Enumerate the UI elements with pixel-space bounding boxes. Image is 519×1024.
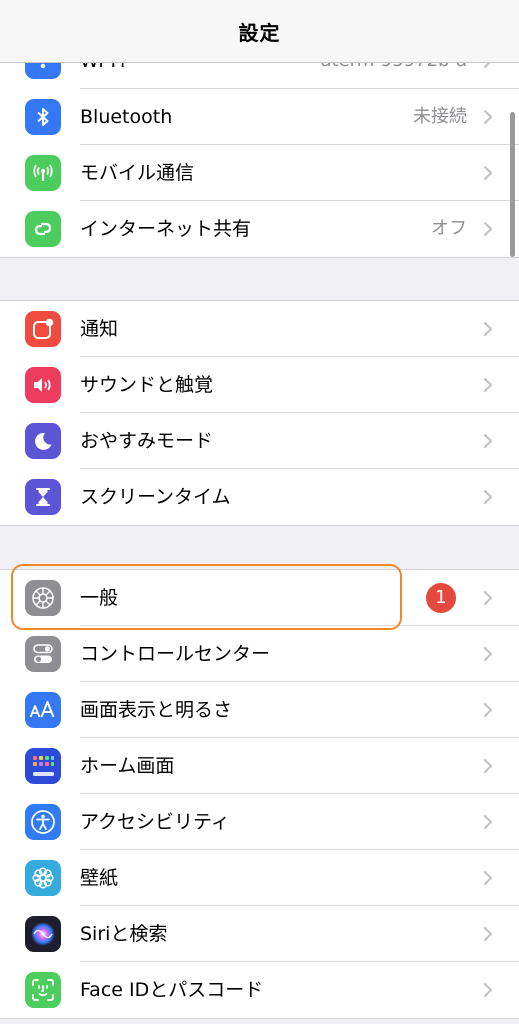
settings-row-accessibility[interactable]: アクセシビリティ	[0, 794, 519, 850]
notifications-group: 通知 サウンドと触覚 おやすみモード スクリーンタイム	[0, 300, 519, 526]
settings-row-mobile-data[interactable]: モバイル通信	[0, 145, 519, 201]
chevron-right-icon	[483, 758, 493, 774]
settings-row-control-center[interactable]: コントロールセンター	[0, 626, 519, 682]
settings-row-face-id[interactable]: Face IDとパスコード	[0, 962, 519, 1018]
settings-row-notifications[interactable]: 通知	[0, 301, 519, 357]
settings-row-label: Siriと検索	[80, 923, 168, 945]
chevron-right-icon	[483, 702, 493, 718]
chevron-right-icon	[483, 221, 493, 237]
settings-row-label: 通知	[80, 318, 119, 340]
settings-row-siri-search[interactable]: Siriと検索	[0, 906, 519, 962]
settings-row-display-brightness[interactable]: 画面表示と明るさ	[0, 682, 519, 738]
chevron-right-icon	[483, 870, 493, 886]
flower-icon	[25, 860, 61, 896]
general-highlight-outline	[11, 564, 402, 630]
settings-row-do-not-disturb[interactable]: おやすみモード	[0, 413, 519, 469]
network-group: Wi-Fi aterm-95972b-a Bluetooth 未接続 モバイル通…	[0, 32, 519, 258]
chevron-right-icon	[483, 321, 493, 337]
settings-row-label: コントロールセンター	[80, 643, 271, 665]
accessibility-person-icon	[25, 804, 61, 840]
page-title: 設定	[238, 20, 281, 45]
chevron-right-icon	[483, 109, 493, 125]
moon-icon	[25, 423, 61, 459]
chevron-right-icon	[483, 377, 493, 393]
face-id-icon	[25, 972, 61, 1008]
chain-link-icon	[25, 211, 61, 247]
bluetooth-status: 未接続	[413, 106, 467, 127]
notification-icon	[25, 311, 61, 347]
settings-row-label: 壁紙	[80, 867, 119, 889]
chevron-right-icon	[483, 926, 493, 942]
antenna-icon	[25, 155, 61, 191]
hotspot-status: オフ	[431, 218, 467, 239]
chevron-right-icon	[483, 489, 493, 505]
settings-row-label: Face IDとパスコード	[80, 979, 264, 1001]
settings-row-label: モバイル通信	[80, 162, 195, 184]
settings-row-label: おやすみモード	[80, 430, 214, 452]
navigation-bar: 設定	[0, 0, 519, 63]
siri-icon	[25, 916, 61, 952]
settings-row-label: サウンドと触覚	[80, 374, 214, 396]
toggle-switches-icon	[25, 636, 61, 672]
settings-row-label: Bluetooth	[80, 106, 173, 128]
hourglass-icon	[25, 479, 61, 515]
notification-badge: 1	[426, 583, 456, 613]
general-group: 一般 1 コントロールセンター 画面表示と明るさ ホーム画面 アクセシビリティ …	[0, 569, 519, 1019]
home-grid-icon	[25, 748, 61, 784]
chevron-right-icon	[483, 814, 493, 830]
settings-row-home-screen[interactable]: ホーム画面	[0, 738, 519, 794]
settings-row-label: インターネット共有	[80, 218, 252, 240]
speaker-icon	[25, 367, 61, 403]
settings-row-sounds[interactable]: サウンドと触覚	[0, 357, 519, 413]
settings-row-label: スクリーンタイム	[80, 486, 231, 508]
chevron-right-icon	[483, 646, 493, 662]
chevron-right-icon	[483, 165, 493, 181]
settings-row-label: 画面表示と明るさ	[80, 699, 233, 721]
text-size-aa-icon	[25, 692, 61, 728]
bluetooth-icon	[25, 99, 61, 135]
settings-row-wallpaper[interactable]: 壁紙	[0, 850, 519, 906]
settings-row-label: ホーム画面	[80, 755, 175, 777]
settings-row-personal-hotspot[interactable]: インターネット共有 オフ	[0, 201, 519, 257]
scroll-indicator[interactable]	[510, 112, 515, 257]
chevron-right-icon	[483, 590, 493, 606]
settings-row-bluetooth[interactable]: Bluetooth 未接続	[0, 89, 519, 145]
chevron-right-icon	[483, 982, 493, 998]
settings-row-label: アクセシビリティ	[80, 811, 230, 833]
chevron-right-icon	[483, 433, 493, 449]
settings-row-screen-time[interactable]: スクリーンタイム	[0, 469, 519, 525]
